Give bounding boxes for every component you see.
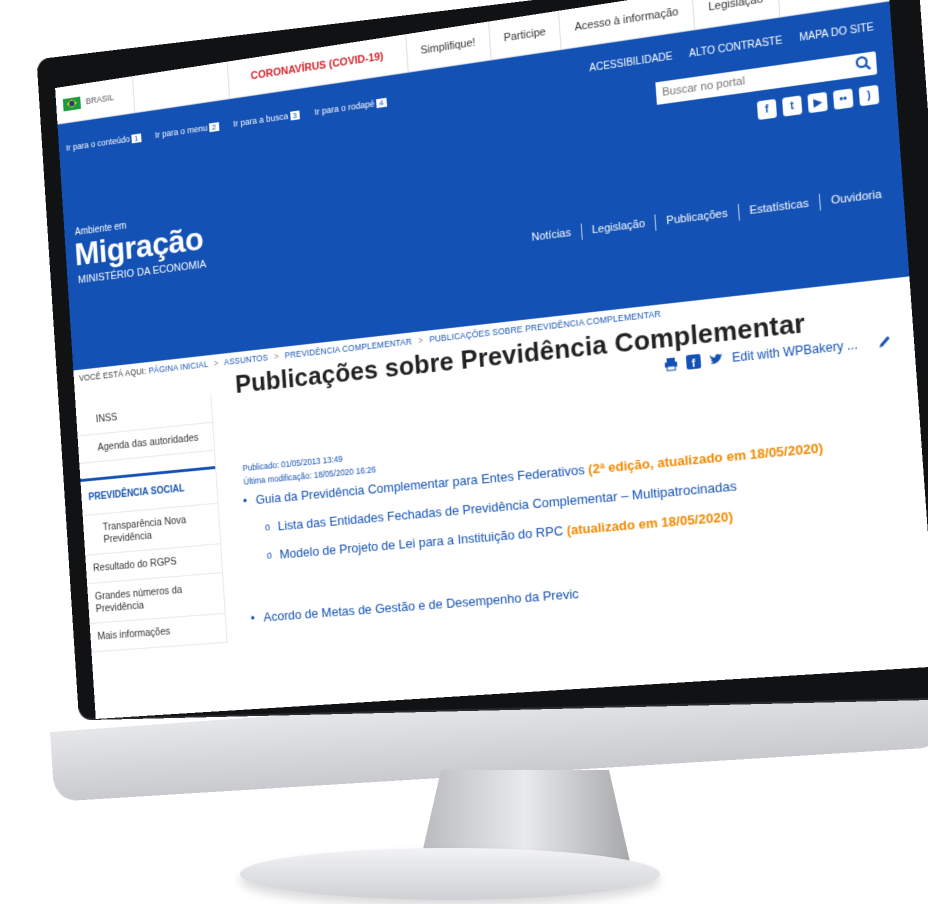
brazil-flag-icon xyxy=(62,96,81,111)
alto-contraste-link[interactable]: ALTO CONTRASTE xyxy=(689,35,783,60)
print-icon[interactable] xyxy=(664,356,679,372)
mapa-do-site-link[interactable]: MAPA DO SITE xyxy=(799,22,874,44)
update-note: (2ª edição, atualizado em 18/05/2020) xyxy=(587,439,824,477)
youtube-icon[interactable]: ▶ xyxy=(807,91,828,114)
nav-legislacao[interactable]: Legislação xyxy=(580,214,656,240)
breadcrumb-separator-icon: > xyxy=(213,358,219,369)
update-note: (atualizado em 18/05/2020) xyxy=(566,508,734,538)
main-nav: Notícias Legislação Publicações Estatíst… xyxy=(521,184,894,247)
twitter-icon[interactable]: t xyxy=(782,95,803,117)
skip-to-content-link[interactable]: Ir para o conteúdo 1 xyxy=(66,133,142,153)
search-icon[interactable] xyxy=(854,54,872,73)
acesso-informacao-link[interactable]: Acesso à informação xyxy=(558,0,695,50)
list-item: Acordo de Metas de Gestão e de Desempenh… xyxy=(250,560,909,626)
twitter-share-icon[interactable] xyxy=(709,351,725,367)
skip-to-search-link[interactable]: Ir para a busca 3 xyxy=(233,109,300,129)
nav-ouvidoria[interactable]: Ouvidoria xyxy=(818,184,894,211)
monitor-screen: BRASIL CORONAVÍRUS (COVID-19) Simplifiqu… xyxy=(55,0,928,719)
nav-estatisticas[interactable]: Estatísticas xyxy=(737,193,820,221)
brasil-label: BRASIL xyxy=(85,92,115,107)
acordo-metas-link[interactable]: Acordo de Metas de Gestão e de Desempenh… xyxy=(263,586,579,625)
breadcrumb-separator-icon: > xyxy=(417,335,424,346)
skip-to-footer-link[interactable]: Ir para o rodapé 4 xyxy=(314,97,387,117)
skip-to-menu-link[interactable]: Ir para o menu 2 xyxy=(155,121,219,140)
nav-publicacoes[interactable]: Publicações xyxy=(654,204,739,231)
nav-noticias[interactable]: Notícias xyxy=(521,224,581,247)
facebook-share-icon[interactable]: f xyxy=(686,353,702,370)
monitor-stand-base xyxy=(240,848,660,900)
social-links: f t ▶ •• ) xyxy=(756,84,880,121)
canais-link[interactable]: Canais xyxy=(776,0,847,17)
breadcrumb-assuntos[interactable]: ASSUNTOS xyxy=(224,353,269,368)
breadcrumb-home[interactable]: PÁGINA INICIAL xyxy=(148,359,208,375)
acessibilidade-link[interactable]: ACESSIBILIDADE xyxy=(589,51,673,74)
sidebar: INSS Agenda das autoridades PREVIDÊNCIA … xyxy=(75,393,228,653)
breadcrumb-separator-icon: > xyxy=(273,351,280,362)
pencil-icon[interactable] xyxy=(876,334,892,350)
facebook-icon[interactable]: f xyxy=(756,98,778,121)
legislacao-top-link[interactable]: Legislação xyxy=(691,0,780,30)
rss-icon[interactable]: ) xyxy=(858,84,880,107)
flickr-icon[interactable]: •• xyxy=(832,88,854,110)
